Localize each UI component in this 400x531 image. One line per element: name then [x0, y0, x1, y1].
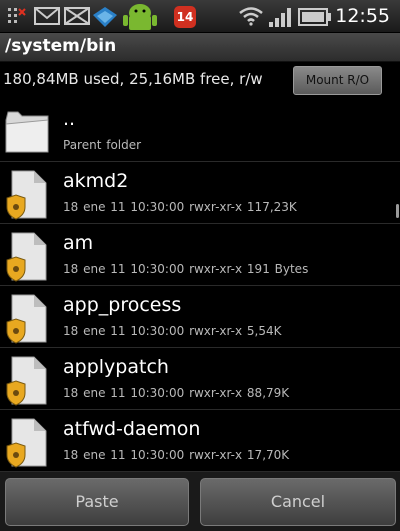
list-item[interactable]: am 18 ene 11 10:30:00 rwxr-xr-x 191 Byte…: [0, 224, 400, 286]
list-item[interactable]: akmd2 18 ene 11 10:30:00 rwxr-xr-x 117,2…: [0, 162, 400, 224]
list-item[interactable]: atfwd-daemon 18 ene 11 10:30:00 rwxr-xr-…: [0, 410, 400, 472]
calendar-badge-icon: 14: [174, 6, 196, 28]
storage-info-text: 180,84MB used, 25,16MB free, r/w: [3, 70, 263, 88]
system-file-icon: [6, 232, 47, 282]
file-meta: 18 ene 11 10:30:00 rwxr-xr-x 5,54K: [63, 324, 282, 338]
gmail-icon: [34, 7, 60, 25]
battery-icon: [298, 8, 331, 26]
market-icon: [93, 7, 117, 27]
file-meta: 18 ene 11 10:30:00 rwxr-xr-x 88,79K: [63, 386, 290, 400]
system-file-icon: [6, 418, 47, 468]
email-icon: [64, 7, 90, 25]
clock: 12:55: [335, 5, 390, 27]
system-file-icon: [6, 170, 47, 220]
status-bar: 14 12:55: [0, 0, 400, 33]
path-header: /system/bin: [0, 33, 400, 62]
badge-count: 14: [176, 10, 194, 24]
file-name: am: [63, 232, 94, 254]
file-meta: Parent folder: [63, 138, 142, 152]
list-item[interactable]: applypatch 18 ene 11 10:30:00 rwxr-xr-x …: [0, 348, 400, 410]
file-name: akmd2: [63, 170, 129, 192]
storage-info-bar: 180,84MB used, 25,16MB free, r/w Mount R…: [0, 62, 400, 100]
mount-ro-button[interactable]: Mount R/O: [293, 66, 382, 95]
file-meta: 18 ene 11 10:30:00 rwxr-xr-x 191 Bytes: [63, 262, 309, 276]
folder-icon: [5, 111, 49, 153]
wifi-icon: [239, 7, 263, 26]
current-path: /system/bin: [5, 36, 117, 56]
usb-debug-icon: [8, 8, 26, 23]
paste-button[interactable]: Paste: [5, 478, 189, 526]
file-list[interactable]: .. Parent folder akmd2 18 ene 11 10:30:0…: [0, 100, 400, 472]
android-icon: [123, 4, 157, 30]
scroll-indicator[interactable]: [396, 204, 399, 218]
list-item-parent-folder[interactable]: .. Parent folder: [0, 100, 400, 162]
bottom-action-bar: Paste Cancel: [0, 472, 400, 531]
system-file-icon: [6, 294, 47, 344]
cancel-button[interactable]: Cancel: [200, 478, 396, 526]
signal-icon: [269, 8, 291, 27]
list-item[interactable]: app_process 18 ene 11 10:30:00 rwxr-xr-x…: [0, 286, 400, 348]
file-name: applypatch: [63, 356, 169, 378]
file-name: atfwd-daemon: [63, 418, 201, 440]
file-name: ..: [63, 108, 76, 130]
system-file-icon: [6, 356, 47, 406]
file-meta: 18 ene 11 10:30:00 rwxr-xr-x 17,70K: [63, 448, 290, 462]
file-name: app_process: [63, 294, 182, 316]
file-meta: 18 ene 11 10:30:00 rwxr-xr-x 117,23K: [63, 200, 297, 214]
